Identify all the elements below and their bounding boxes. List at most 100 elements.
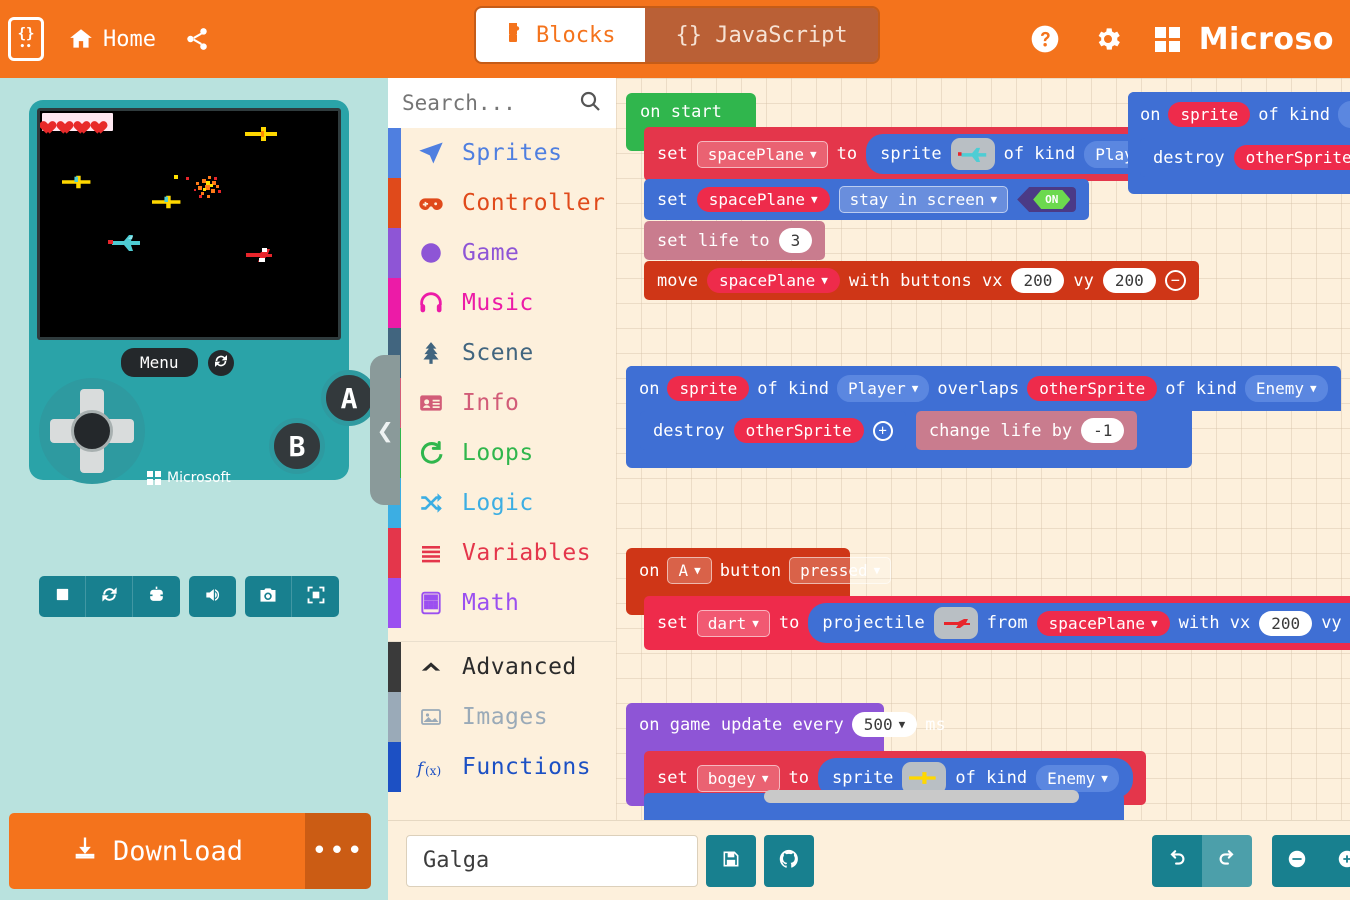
variable-pill-spaceplane[interactable]: spacePlane ▼ <box>706 268 840 293</box>
stop-button[interactable] <box>39 576 86 617</box>
toolbox-category-logic[interactable]: Logic <box>388 478 616 528</box>
redo-button[interactable] <box>1202 834 1252 887</box>
button-dropdown-a[interactable]: A ▼ <box>667 557 712 584</box>
category-label: Advanced <box>462 654 577 680</box>
dpad-control[interactable] <box>39 378 145 484</box>
chevron-down-icon: ▼ <box>1101 771 1108 785</box>
game-screen[interactable] <box>40 111 338 337</box>
kind-dropdown-enemy[interactable]: Enemy ▼ <box>1244 375 1328 402</box>
toolbox-category-variables[interactable]: Variables <box>388 528 616 578</box>
variable-pill-spaceplane[interactable]: spacePlane ▼ <box>1036 610 1170 636</box>
button-a[interactable]: A <box>321 370 377 426</box>
on-overlap-hat[interactable]: on sprite of kind Player ▼ overlaps othe… <box>626 366 1341 411</box>
variable-dropdown-bogey[interactable]: bogey ▼ <box>696 764 780 792</box>
toolbox-category-sprites[interactable]: Sprites <box>388 128 616 178</box>
block-move-with-buttons[interactable]: move spacePlane ▼ with buttons vx 200 vy… <box>644 261 1199 300</box>
collapse-simulator-handle[interactable]: ❮ <box>370 355 400 505</box>
number-input-vy[interactable]: 200 <box>1102 268 1156 293</box>
download-button[interactable]: Download <box>9 813 305 889</box>
reporter-projectile-from-sprite[interactable]: projectile from spacePlane ▼ with vx 200 <box>808 603 1350 643</box>
sprite-pill[interactable]: sprite <box>667 376 750 401</box>
interval-dropdown[interactable]: 500 ▼ <box>851 712 918 737</box>
debug-button[interactable] <box>133 576 180 617</box>
block-on-start[interactable]: on start set spacePlane ▼ to sprite of k… <box>626 93 1204 300</box>
toolbox-category-scene[interactable]: Scene <box>388 328 616 378</box>
dpad-center[interactable] <box>71 410 113 452</box>
microsoft-brand[interactable]: Microso <box>1139 16 1350 63</box>
screenshot-button[interactable] <box>245 576 292 617</box>
search-icon[interactable] <box>578 89 602 117</box>
on-projectile-hat[interactable]: on sprite of kind Projec <box>1128 92 1350 137</box>
on-button-hat[interactable]: on A ▼ button pressed ▼ <box>626 548 904 593</box>
sprite-pill[interactable]: sprite <box>1168 102 1251 127</box>
block-destroy-othersprite[interactable]: destroy otherSprite + <box>1140 138 1350 177</box>
player-plane-icon[interactable] <box>950 138 995 170</box>
add-parameter-button[interactable]: + <box>872 420 893 441</box>
kind-dropdown-projectile[interactable]: Projec <box>1337 101 1350 128</box>
block-on-player-enemy-overlap[interactable]: on sprite of kind Player ▼ overlaps othe… <box>626 366 1341 468</box>
toolbox-category-info[interactable]: Info <box>388 378 616 428</box>
share-button[interactable] <box>170 20 224 58</box>
menu-button[interactable]: Menu <box>121 348 198 377</box>
variable-dropdown-dart[interactable]: dart ▼ <box>696 609 770 637</box>
othersprite-pill[interactable]: otherSprite <box>1027 376 1158 401</box>
toolbox-category-advanced[interactable]: Advanced <box>388 642 616 692</box>
restart-button[interactable] <box>86 576 133 617</box>
from-label: from <box>986 613 1028 633</box>
remove-parameter-button[interactable]: − <box>1164 270 1186 291</box>
toolbox-category-images[interactable]: Images <box>388 692 616 742</box>
help-button[interactable] <box>1013 17 1077 61</box>
home-button[interactable]: Home <box>54 20 170 58</box>
tab-blocks[interactable]: Blocks <box>476 8 646 62</box>
number-input-vx[interactable]: 200 <box>1259 610 1313 636</box>
mute-button[interactable] <box>189 576 236 617</box>
toolbox-category-loops[interactable]: Loops <box>388 428 616 478</box>
block-set-variable-sprite[interactable]: set spacePlane ▼ to sprite of kind Playe… <box>644 127 1204 181</box>
block-on-projectile-overlap[interactable]: on sprite of kind Projec destroy otherSp… <box>1128 92 1350 194</box>
undo-button[interactable] <box>1152 834 1202 887</box>
button-state-dropdown[interactable]: pressed ▼ <box>789 557 892 584</box>
toolbox-category-music[interactable]: Music <box>388 278 616 328</box>
toggle-on-off[interactable]: ON <box>1017 187 1077 212</box>
bullet-sprite <box>186 177 189 180</box>
project-name-input[interactable]: Galga <box>406 834 698 887</box>
download-more-button[interactable]: ••• <box>305 813 371 889</box>
button-b[interactable]: B <box>269 418 325 474</box>
number-input-vx[interactable]: 200 <box>1011 268 1065 293</box>
toolbox-category-functions[interactable]: f (x) Functions <box>388 742 616 792</box>
block-change-life-by[interactable]: change life by -1 <box>915 411 1138 450</box>
block-destroy-othersprite[interactable]: destroy otherSprite + <box>640 411 906 450</box>
search-input[interactable] <box>402 91 572 115</box>
settings-button[interactable] <box>1077 18 1139 60</box>
flag-dropdown-stay-in-screen[interactable]: stay in screen ▼ <box>838 186 1009 213</box>
zoom-out-button[interactable] <box>1272 834 1322 887</box>
variable-name: spacePlane <box>1048 613 1145 633</box>
block-set-sprite-flag[interactable]: set spacePlane ▼ stay in screen ▼ ON <box>644 179 1090 220</box>
toolbox-category-game[interactable]: Game <box>388 228 616 278</box>
on-start-hat[interactable]: on start <box>626 93 736 131</box>
toolbox-category-controller[interactable]: Controller <box>388 178 616 228</box>
variable-pill-spaceplane[interactable]: spacePlane ▼ <box>696 187 830 212</box>
kind-dropdown-player[interactable]: Player ▼ <box>836 375 930 402</box>
tab-javascript[interactable]: {} JavaScript <box>645 8 878 62</box>
dart-icon[interactable] <box>933 607 978 639</box>
sim-reset-button[interactable] <box>207 349 234 376</box>
block-on-button-pressed[interactable]: on A ▼ button pressed ▼ set dart ▼ to pr… <box>626 548 1350 650</box>
block-set-dart-projectile[interactable]: set dart ▼ to projectile from spacePlane… <box>644 596 1350 650</box>
on-game-update-hat[interactable]: on game update every 500 ▼ ms <box>626 703 959 746</box>
makecode-logo[interactable]: {} •• <box>8 17 44 61</box>
save-button[interactable] <box>706 834 756 887</box>
workspace-horizontal-scrollbar[interactable] <box>764 790 1079 803</box>
github-button[interactable] <box>764 834 814 887</box>
number-input-life[interactable]: 3 <box>778 228 813 253</box>
blocks-workspace[interactable]: on start set spacePlane ▼ to sprite of k… <box>616 78 1350 820</box>
othersprite-pill[interactable]: otherSprite <box>733 418 864 443</box>
number-input-life-delta[interactable]: -1 <box>1081 418 1125 443</box>
fullscreen-button[interactable] <box>292 576 339 617</box>
variable-dropdown-spaceplane[interactable]: spacePlane ▼ <box>696 140 828 168</box>
kind-dropdown-enemy[interactable]: Enemy ▼ <box>1036 764 1119 792</box>
zoom-in-button[interactable] <box>1322 834 1350 887</box>
block-set-life[interactable]: set life to 3 <box>644 221 826 260</box>
othersprite-pill[interactable]: otherSprite <box>1233 145 1350 170</box>
toolbox-category-math[interactable]: Math <box>388 578 616 628</box>
